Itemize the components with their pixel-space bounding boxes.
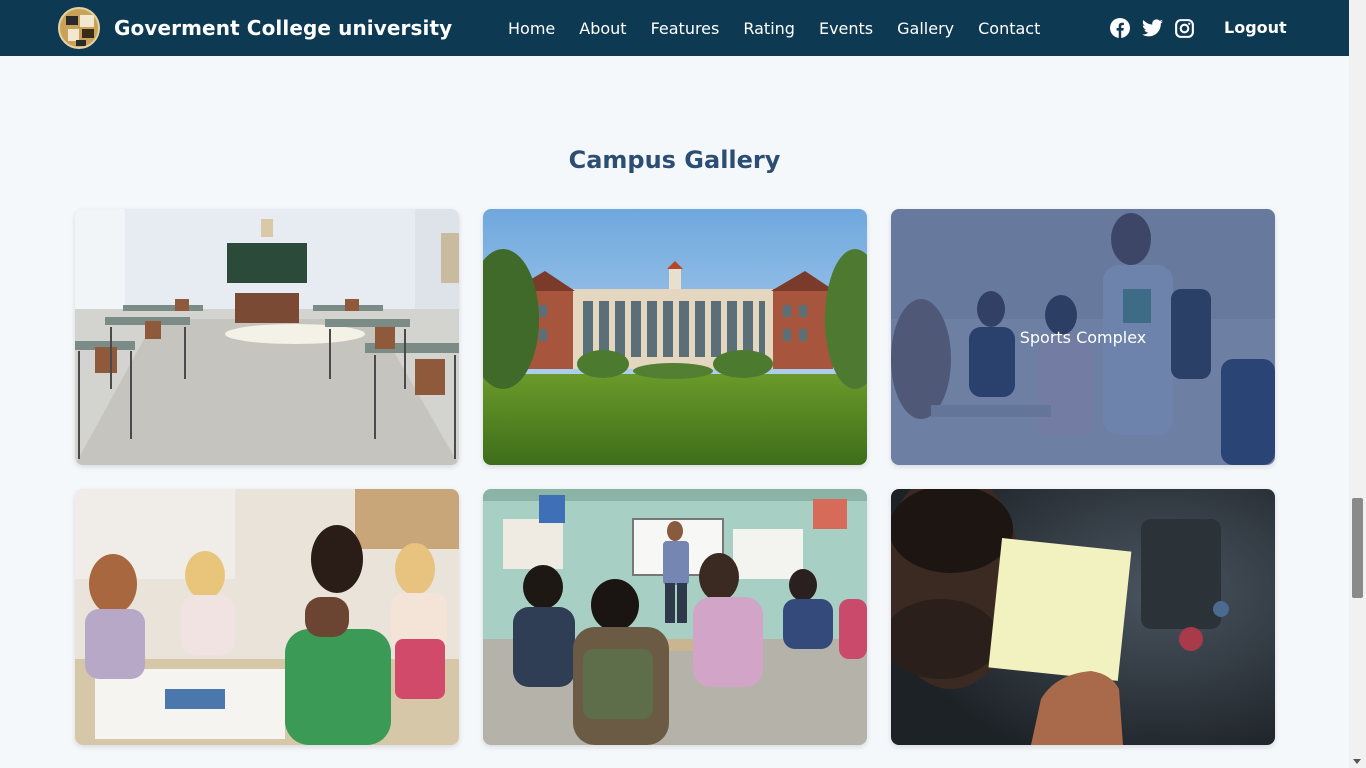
social-links	[1109, 17, 1205, 39]
brand[interactable]: Goverment College university	[58, 7, 452, 49]
navbar: Goverment College university Home About …	[0, 0, 1349, 56]
campus-gallery: Sports Complex	[75, 209, 1275, 745]
gallery-caption: Sports Complex	[1019, 327, 1147, 347]
gallery-image-python-note[interactable]	[891, 489, 1275, 745]
nav-contact[interactable]: Contact	[978, 19, 1040, 38]
nav-events[interactable]: Events	[819, 19, 873, 38]
gallery-image-classroom[interactable]	[75, 209, 459, 465]
gallery-image-sports-complex[interactable]: Sports Complex	[891, 209, 1275, 465]
college-logo	[58, 7, 100, 49]
nav-features[interactable]: Features	[651, 19, 720, 38]
nav-links: Home About Features Rating Events Galler…	[508, 0, 1040, 56]
gallery-image-kids-drawing[interactable]	[75, 489, 459, 745]
facebook-icon[interactable]	[1109, 17, 1131, 39]
nav-gallery[interactable]: Gallery	[897, 19, 954, 38]
gallery-hover-overlay: Sports Complex	[891, 209, 1275, 465]
gallery-title: Campus Gallery	[568, 146, 781, 174]
page-scrollbar[interactable]	[1349, 0, 1366, 768]
nav-home[interactable]: Home	[508, 19, 555, 38]
nav-about[interactable]: About	[579, 19, 626, 38]
scroll-down-arrow-icon[interactable]	[1353, 759, 1361, 764]
scrollbar-thumb[interactable]	[1352, 498, 1363, 598]
brand-name: Goverment College university	[114, 16, 453, 40]
gallery-image-campus-building[interactable]	[483, 209, 867, 465]
gallery-image-class-lecture[interactable]	[483, 489, 867, 745]
logout-button[interactable]: Logout	[1224, 0, 1287, 56]
instagram-icon[interactable]	[1173, 17, 1195, 39]
nav-rating[interactable]: Rating	[743, 19, 795, 38]
twitter-icon[interactable]	[1141, 17, 1163, 39]
